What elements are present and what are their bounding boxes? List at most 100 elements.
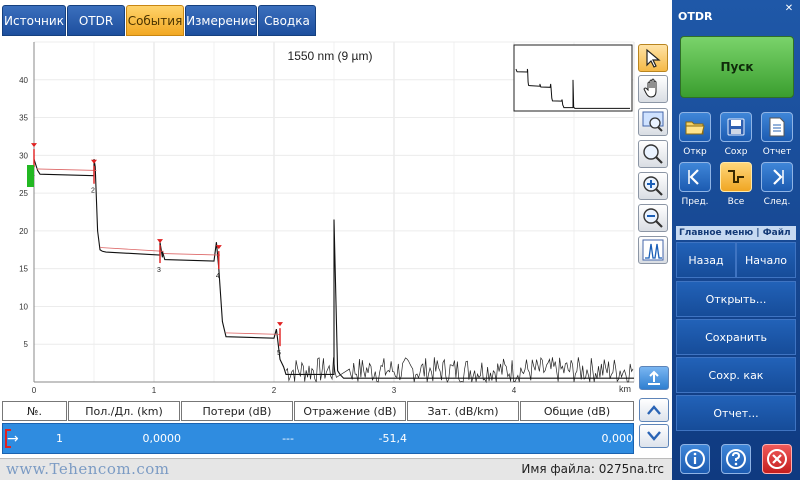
event-overlay-button[interactable] [638, 236, 668, 264]
zoom-window-icon [642, 111, 664, 132]
table-scroll-controls [637, 366, 670, 448]
trace-svg[interactable]: 51015202530354001234 12345 1550 nm (9 µm… [0, 40, 638, 397]
y-tick-label: 25 [19, 189, 28, 198]
help-button[interactable] [721, 444, 751, 474]
zoom-out-button[interactable] [638, 204, 668, 232]
cursor-arrow-icon [646, 48, 661, 68]
column-header-attenuation[interactable]: Зат. (dB/km) [407, 401, 519, 421]
save-file-button[interactable] [720, 112, 752, 142]
zoom-out-icon [643, 208, 663, 228]
menu-item-open[interactable]: Открыть... [676, 281, 796, 317]
event-marker-label: 4 [216, 273, 220, 280]
tab-bar: Источник OTDR События Измерение Сводка [0, 0, 672, 40]
menu-item-report[interactable]: Отчет... [676, 395, 796, 431]
tab-source[interactable]: Источник [2, 5, 66, 36]
y-tick-label: 20 [19, 227, 28, 236]
x-tick-label: 1 [152, 386, 157, 395]
overview-inset[interactable] [513, 44, 633, 112]
scroll-up-button[interactable] [639, 398, 669, 422]
event-number: 1 [56, 432, 63, 445]
menu-breadcrumb: Главное меню | Файл [676, 226, 796, 240]
tab-label: Измерение [186, 13, 256, 28]
scroll-down-button[interactable] [639, 424, 669, 448]
all-events-button[interactable] [720, 162, 752, 192]
save-file-label: Сохр [724, 147, 748, 157]
filename-label: Имя файла: 0275na.trc [521, 462, 664, 476]
tab-label: Сводка [264, 13, 310, 28]
tab-summary[interactable]: Сводка [258, 5, 316, 36]
back-button[interactable]: Назад [676, 242, 736, 278]
table-row[interactable]: → 1 0,0000 --- -51,4 0,000 [2, 423, 634, 454]
x-tick-label: 0 [32, 386, 37, 395]
help-icon [726, 449, 746, 469]
tab-label: OTDR [78, 13, 114, 28]
next-event-label: След. [763, 197, 791, 207]
exit-button[interactable] [762, 444, 792, 474]
origin-marker[interactable] [27, 165, 34, 187]
otdr-trace-chart[interactable]: 51015202530354001234 12345 1550 nm (9 µm… [0, 40, 638, 397]
column-header-loss[interactable]: Потери (dB) [181, 401, 293, 421]
panel-title: OTDR [678, 10, 713, 23]
zoom-fit-button[interactable] [638, 140, 668, 168]
info-icon [685, 449, 705, 469]
event-marker-label: 5 [277, 350, 281, 357]
y-tick-label: 35 [19, 114, 28, 123]
folder-icon [685, 121, 705, 135]
chevron-up-icon [647, 405, 661, 415]
exit-icon [767, 449, 787, 469]
x-tick-label: 2 [272, 386, 277, 395]
status-bar: www.Tehencom.com Имя файла: 0275na.trc [0, 458, 672, 480]
event-table: №. Пол./Дл. (km) Потери (dB) Отражение (… [2, 399, 634, 455]
event-marker-label: 2 [91, 188, 95, 195]
zoom-fit-icon [643, 144, 663, 164]
next-event-icon [773, 169, 784, 185]
previous-event-button[interactable] [679, 162, 711, 192]
menu-item-save[interactable]: Сохранить [676, 319, 796, 355]
event-marker-label: 3 [157, 267, 161, 274]
cursor-tool-button[interactable] [638, 44, 668, 72]
tab-label: Источник [4, 13, 64, 28]
tab-label: События [127, 13, 183, 28]
x-tick-label: 3 [392, 386, 397, 395]
zoom-in-icon [643, 176, 663, 196]
event-overlay-icon [642, 239, 664, 261]
chart-toolbar [636, 44, 670, 264]
tab-measurement[interactable]: Измерение [185, 5, 257, 36]
column-header-total[interactable]: Общие (dB) [520, 401, 634, 421]
event-total: 0,000 [601, 432, 634, 445]
event-attenuation [408, 424, 520, 453]
tab-events[interactable]: События [126, 5, 184, 36]
home-button[interactable]: Начало [736, 242, 796, 278]
previous-event-label: Пред. [681, 197, 709, 207]
tab-otdr[interactable]: OTDR [67, 5, 125, 36]
menu-item-save-as[interactable]: Сохр. как [676, 357, 796, 393]
zoom-window-button[interactable] [638, 108, 668, 136]
wavelength-label: 1550 nm (9 µm) [288, 49, 373, 63]
launch-bracket-icon [5, 429, 11, 448]
event-position: 0,0000 [142, 432, 182, 445]
event-loss: --- [282, 432, 294, 445]
pan-tool-button[interactable] [638, 75, 668, 103]
run-button[interactable]: Пуск [680, 36, 794, 98]
chevron-down-icon [647, 431, 661, 441]
all-events-icon [728, 170, 744, 183]
x-tick-label: 4 [512, 386, 517, 395]
report-button[interactable] [761, 112, 793, 142]
y-tick-label: 40 [19, 76, 28, 85]
zoom-in-button[interactable] [638, 172, 668, 200]
all-events-label: Все [727, 197, 745, 207]
open-file-label: Откр [683, 147, 707, 157]
y-tick-label: 15 [19, 265, 28, 274]
column-header-position[interactable]: Пол./Дл. (km) [68, 401, 180, 421]
info-button[interactable] [680, 444, 710, 474]
next-event-button[interactable] [761, 162, 793, 192]
column-header-reflection[interactable]: Отражение (dB) [294, 401, 406, 421]
y-tick-label: 5 [24, 340, 29, 349]
scroll-top-button[interactable] [639, 366, 669, 390]
close-icon[interactable]: ✕ [782, 2, 796, 16]
open-file-button[interactable] [679, 112, 711, 142]
y-tick-label: 30 [19, 151, 28, 160]
y-tick-label: 10 [19, 302, 28, 311]
event-reflection: -51,4 [378, 432, 407, 445]
column-header-number[interactable]: №. [2, 401, 67, 421]
